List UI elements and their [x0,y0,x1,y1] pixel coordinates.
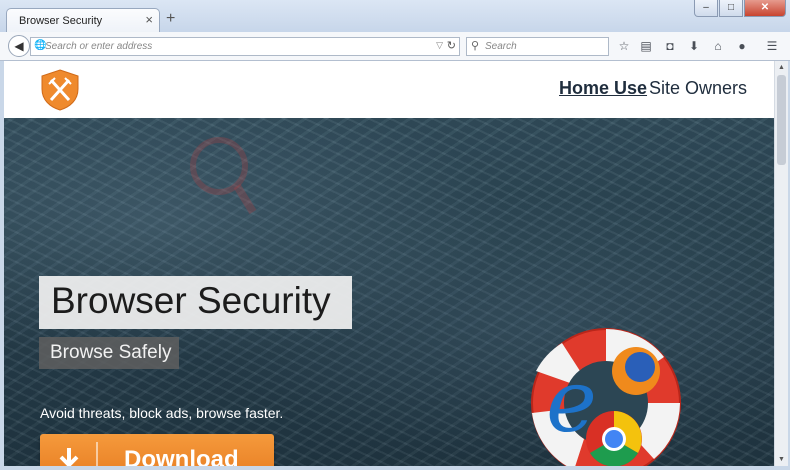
reading-list-icon[interactable]: ▤ [638,38,654,54]
new-tab-button[interactable]: + [166,10,175,28]
close-window-button[interactable]: ✕ [744,0,786,17]
bookmark-star-icon[interactable]: ☆ [616,38,632,54]
address-dropdown-icon[interactable]: ▽ [436,40,443,51]
download-arrow-icon [59,448,79,466]
pocket-icon[interactable]: ◘ [662,38,678,54]
navigation-toolbar: ◀ 🌐 ▽ ↻ ⚲ ☆ ▤ ◘ ⬇ ⌂ ● ☰ [0,32,790,61]
address-bar[interactable]: 🌐 ▽ ↻ [30,37,460,56]
scroll-down-icon[interactable]: ▼ [775,453,788,466]
web-page: Home Use Site Owners Browser Security Br… [4,61,774,466]
back-arrow-icon: ◀ [14,39,24,53]
scroll-thumb[interactable] [777,75,786,165]
site-header: Home Use Site Owners [4,61,774,118]
browser-titlebar: Browser Security × + – □ ✕ [0,0,790,34]
hero-title-box: Browser Security [39,276,352,329]
hero-subtitle: Browse Safely [50,342,172,363]
nav-site-owners[interactable]: Site Owners [649,78,747,99]
reload-icon[interactable]: ↻ [447,39,456,52]
tab-close-icon[interactable]: × [145,12,153,27]
shield-logo-icon [41,69,79,111]
download-button[interactable]: Download [40,434,274,466]
hero-section: Browser Security Browse Safely Avoid thr… [4,118,774,466]
window-controls: – □ ✕ [693,0,786,17]
menu-icon[interactable]: ☰ [764,38,780,54]
search-icon: ⚲ [471,40,480,52]
watermark-magnifier-icon [190,137,257,215]
download-icon[interactable]: ⬇ [686,38,702,54]
search-input[interactable] [485,39,603,54]
search-bar[interactable]: ⚲ [466,37,609,56]
home-icon[interactable]: ⌂ [710,38,726,54]
nav-home-use[interactable]: Home Use [559,78,647,99]
back-button[interactable]: ◀ [8,35,30,57]
address-input[interactable] [45,39,425,54]
browser-tab[interactable]: Browser Security × [6,8,160,34]
minimize-button[interactable]: – [694,0,718,17]
download-label: Download [124,446,239,466]
tab-title: Browser Security [19,15,103,27]
download-separator [96,442,98,466]
lifebuoy-browsers-icon: e [531,328,681,466]
page-scrollbar[interactable]: ▲ ▼ [774,61,788,466]
scroll-up-icon[interactable]: ▲ [775,61,788,74]
hero-tagline: Avoid threats, block ads, browse faster. [40,405,284,421]
maximize-button[interactable]: □ [719,0,743,17]
hero-subtitle-box: Browse Safely [39,337,179,369]
chat-icon[interactable]: ● [734,38,750,54]
hero-title: Browser Security [51,280,331,321]
